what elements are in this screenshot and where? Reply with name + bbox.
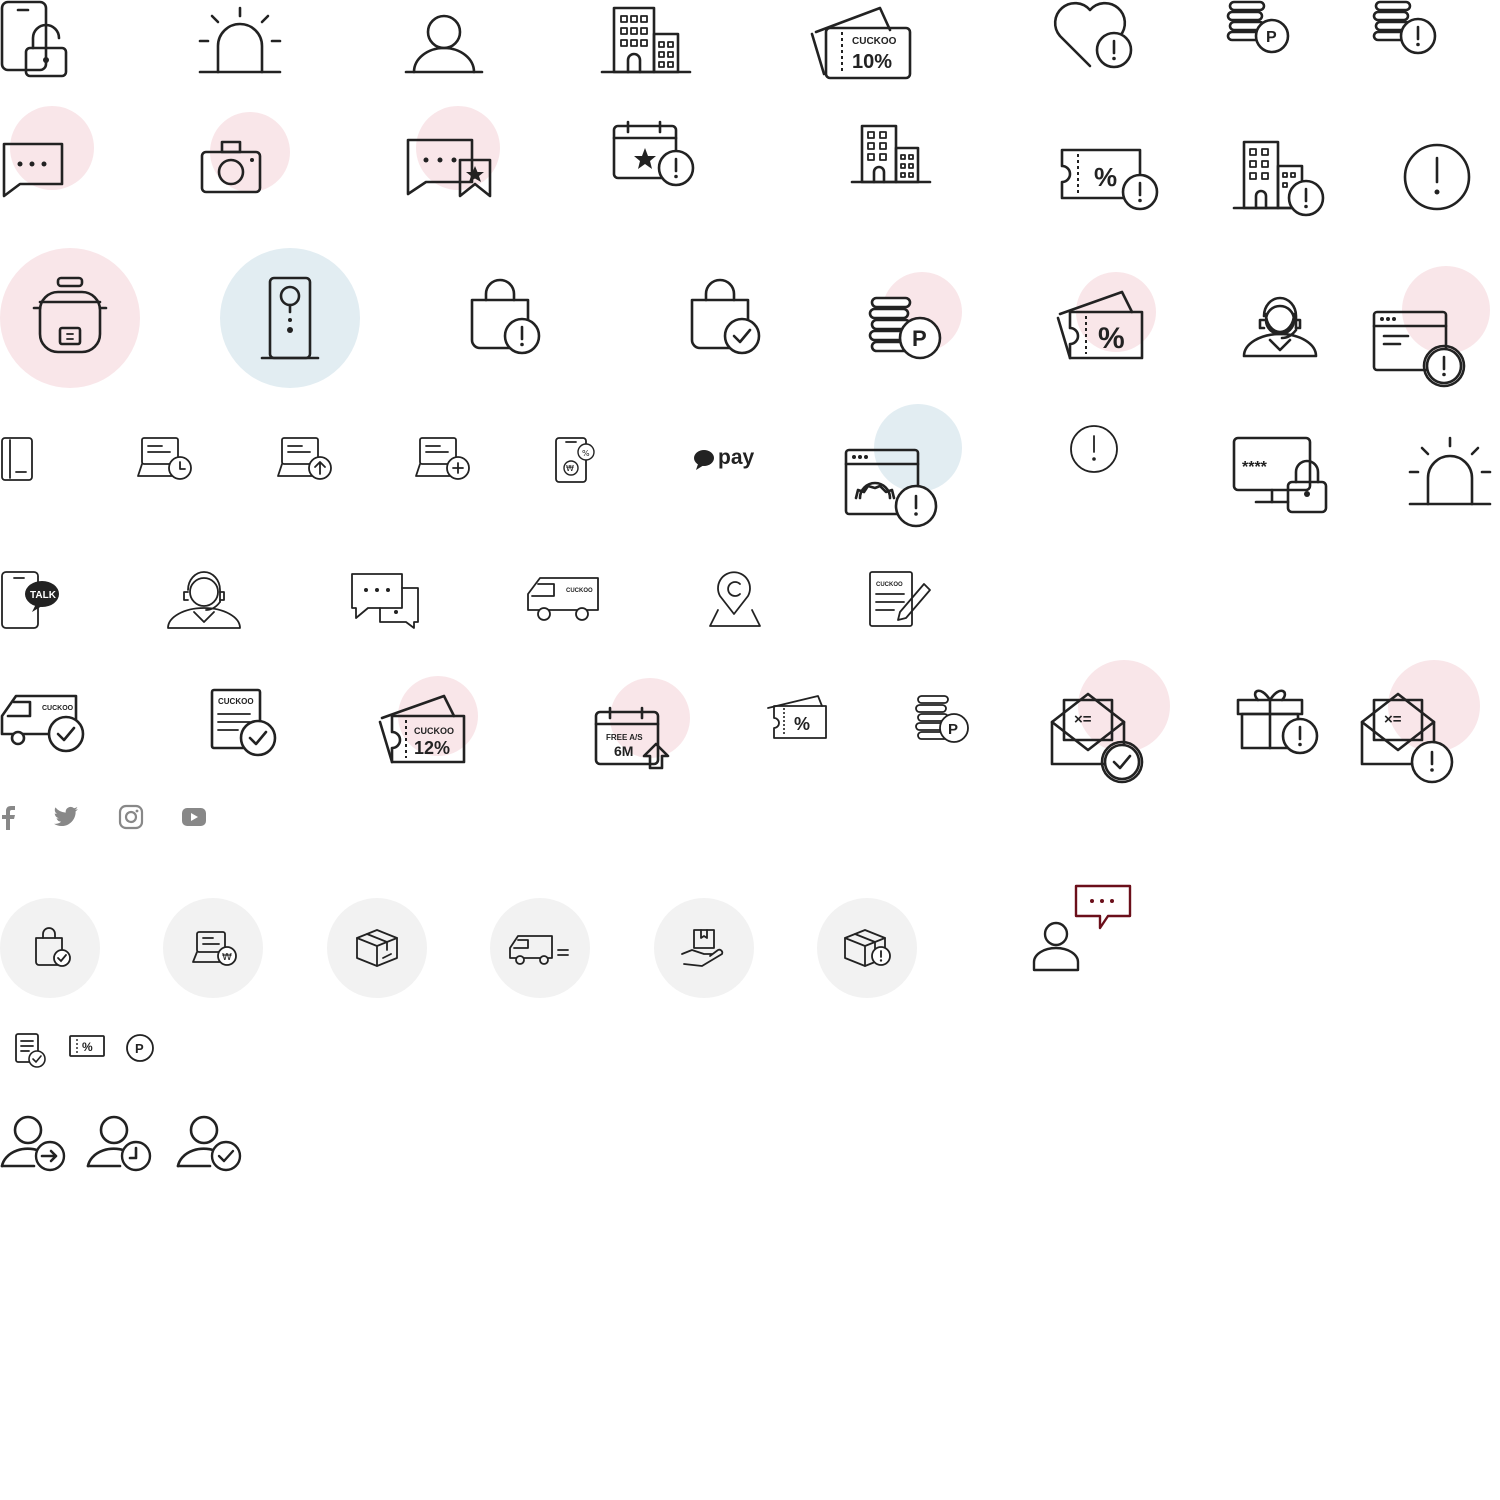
coupon-icon: % (68, 1034, 106, 1058)
laptop-payment-icon: ₩ (163, 898, 263, 998)
coupon-10-icon: CUCKOO 10% (810, 0, 914, 82)
counselor-icon (166, 568, 246, 632)
svg-text:CUCKOO: CUCKOO (852, 36, 897, 47)
svg-text:6M: 6M (614, 743, 633, 759)
svg-text:CUCKOO: CUCKOO (876, 582, 903, 588)
camera-icon (200, 110, 292, 196)
svg-text:10%: 10% (852, 51, 892, 73)
calendar-free-as-icon: FREE A/S 6M (594, 676, 694, 772)
document-check-icon (14, 1032, 48, 1070)
browser-settings-alert-icon (844, 404, 968, 528)
svg-text:%: % (794, 714, 810, 734)
svg-text:P: P (912, 326, 927, 351)
svg-text:P: P (948, 721, 958, 738)
coins-point-icon: P (1226, 0, 1292, 56)
siren-icon (1408, 436, 1492, 508)
laptop-add-icon (414, 436, 474, 484)
envelope-check-icon: ×= (1050, 660, 1170, 784)
svg-text:CUCKOO: CUCKOO (566, 588, 593, 594)
svg-text:****: **** (1242, 459, 1268, 476)
van-fast-icon (490, 898, 590, 998)
svg-text:pay: pay (718, 446, 755, 469)
rice-cooker-icon (0, 248, 140, 388)
building-alert-icon (1232, 140, 1328, 217)
svg-text:CUCKOO: CUCKOO (414, 726, 454, 736)
delivery-van-icon: CUCKOO (526, 574, 604, 624)
browser-alert-icon (1372, 266, 1492, 390)
water-purifier-icon (220, 248, 360, 388)
phone-icon (0, 436, 36, 482)
twitter-icon[interactable] (52, 804, 80, 830)
svg-text:CUCKOO: CUCKOO (218, 697, 254, 706)
box-alert-icon (817, 898, 917, 998)
chat-bubbles-icon (350, 572, 424, 630)
coins-point-icon: P (866, 272, 966, 364)
envelope-alert-icon: ×= (1360, 660, 1480, 784)
svg-text:FREE A/S: FREE A/S (606, 733, 643, 742)
gift-alert-icon (1236, 680, 1322, 755)
building-icon (850, 124, 932, 186)
user-clock-icon (86, 1114, 154, 1174)
svg-text:%: % (1098, 322, 1125, 355)
phone-exchange-icon: ₩% (554, 436, 598, 486)
chat-icon (0, 106, 96, 202)
svg-text:%: % (582, 449, 590, 458)
svg-text:%: % (82, 1040, 93, 1054)
svg-text:P: P (135, 1041, 144, 1056)
user-arrow-icon (0, 1114, 68, 1174)
monitor-password-icon: **** (1232, 436, 1332, 516)
box-icon (327, 898, 427, 998)
facebook-icon[interactable] (0, 804, 16, 832)
coins-alert-icon (1372, 0, 1438, 56)
hand-box-icon (654, 898, 754, 998)
siren-icon (198, 6, 282, 76)
bag-alert-icon (470, 278, 544, 358)
svg-text:CUCKOO: CUCKOO (42, 705, 74, 712)
heart-alert-icon (1052, 0, 1136, 72)
coupon-alert-icon: % (1060, 146, 1160, 212)
user-check-icon (176, 1114, 244, 1174)
coupon-percent-icon: % (1056, 272, 1160, 364)
svg-text:₩: ₩ (222, 952, 232, 963)
coupon-12-icon: CUCKOO 12% (378, 676, 482, 768)
bag-check-icon (0, 898, 100, 998)
user-icon (404, 14, 484, 76)
svg-text:P: P (1266, 29, 1277, 46)
coins-point-icon: P (914, 694, 974, 746)
calendar-alert-icon (612, 120, 698, 188)
location-pin-icon (706, 570, 766, 630)
counselor-icon (1240, 294, 1324, 360)
svg-text:%: % (1094, 162, 1117, 192)
alert-circle-icon (1070, 424, 1120, 474)
laptop-clock-icon (136, 436, 196, 484)
building-icon (600, 6, 692, 76)
coupon-percent-icon: % (766, 694, 830, 742)
contract-sign-icon: CUCKOO (868, 570, 934, 630)
instagram-icon[interactable] (118, 804, 144, 830)
phone-lock-icon (0, 0, 70, 80)
chat-review-icon (404, 106, 500, 202)
pay-icon: pay (692, 444, 762, 474)
kakao-talk-icon: TALK (0, 570, 62, 632)
svg-text:×=: ×= (1074, 711, 1092, 728)
youtube-icon[interactable] (180, 806, 208, 828)
svg-text:TALK: TALK (30, 590, 57, 601)
bag-check-icon (690, 278, 764, 358)
svg-text:12%: 12% (414, 738, 450, 758)
point-icon: P (124, 1032, 156, 1064)
svg-text:×=: ×= (1384, 711, 1402, 728)
laptop-upload-icon (276, 436, 336, 484)
user-chat-icon (1030, 882, 1134, 974)
alert-circle-icon (1402, 142, 1472, 212)
van-check-icon: CUCKOO (0, 690, 86, 753)
document-check-icon: CUCKOO (210, 688, 280, 758)
svg-text:₩: ₩ (566, 464, 574, 473)
